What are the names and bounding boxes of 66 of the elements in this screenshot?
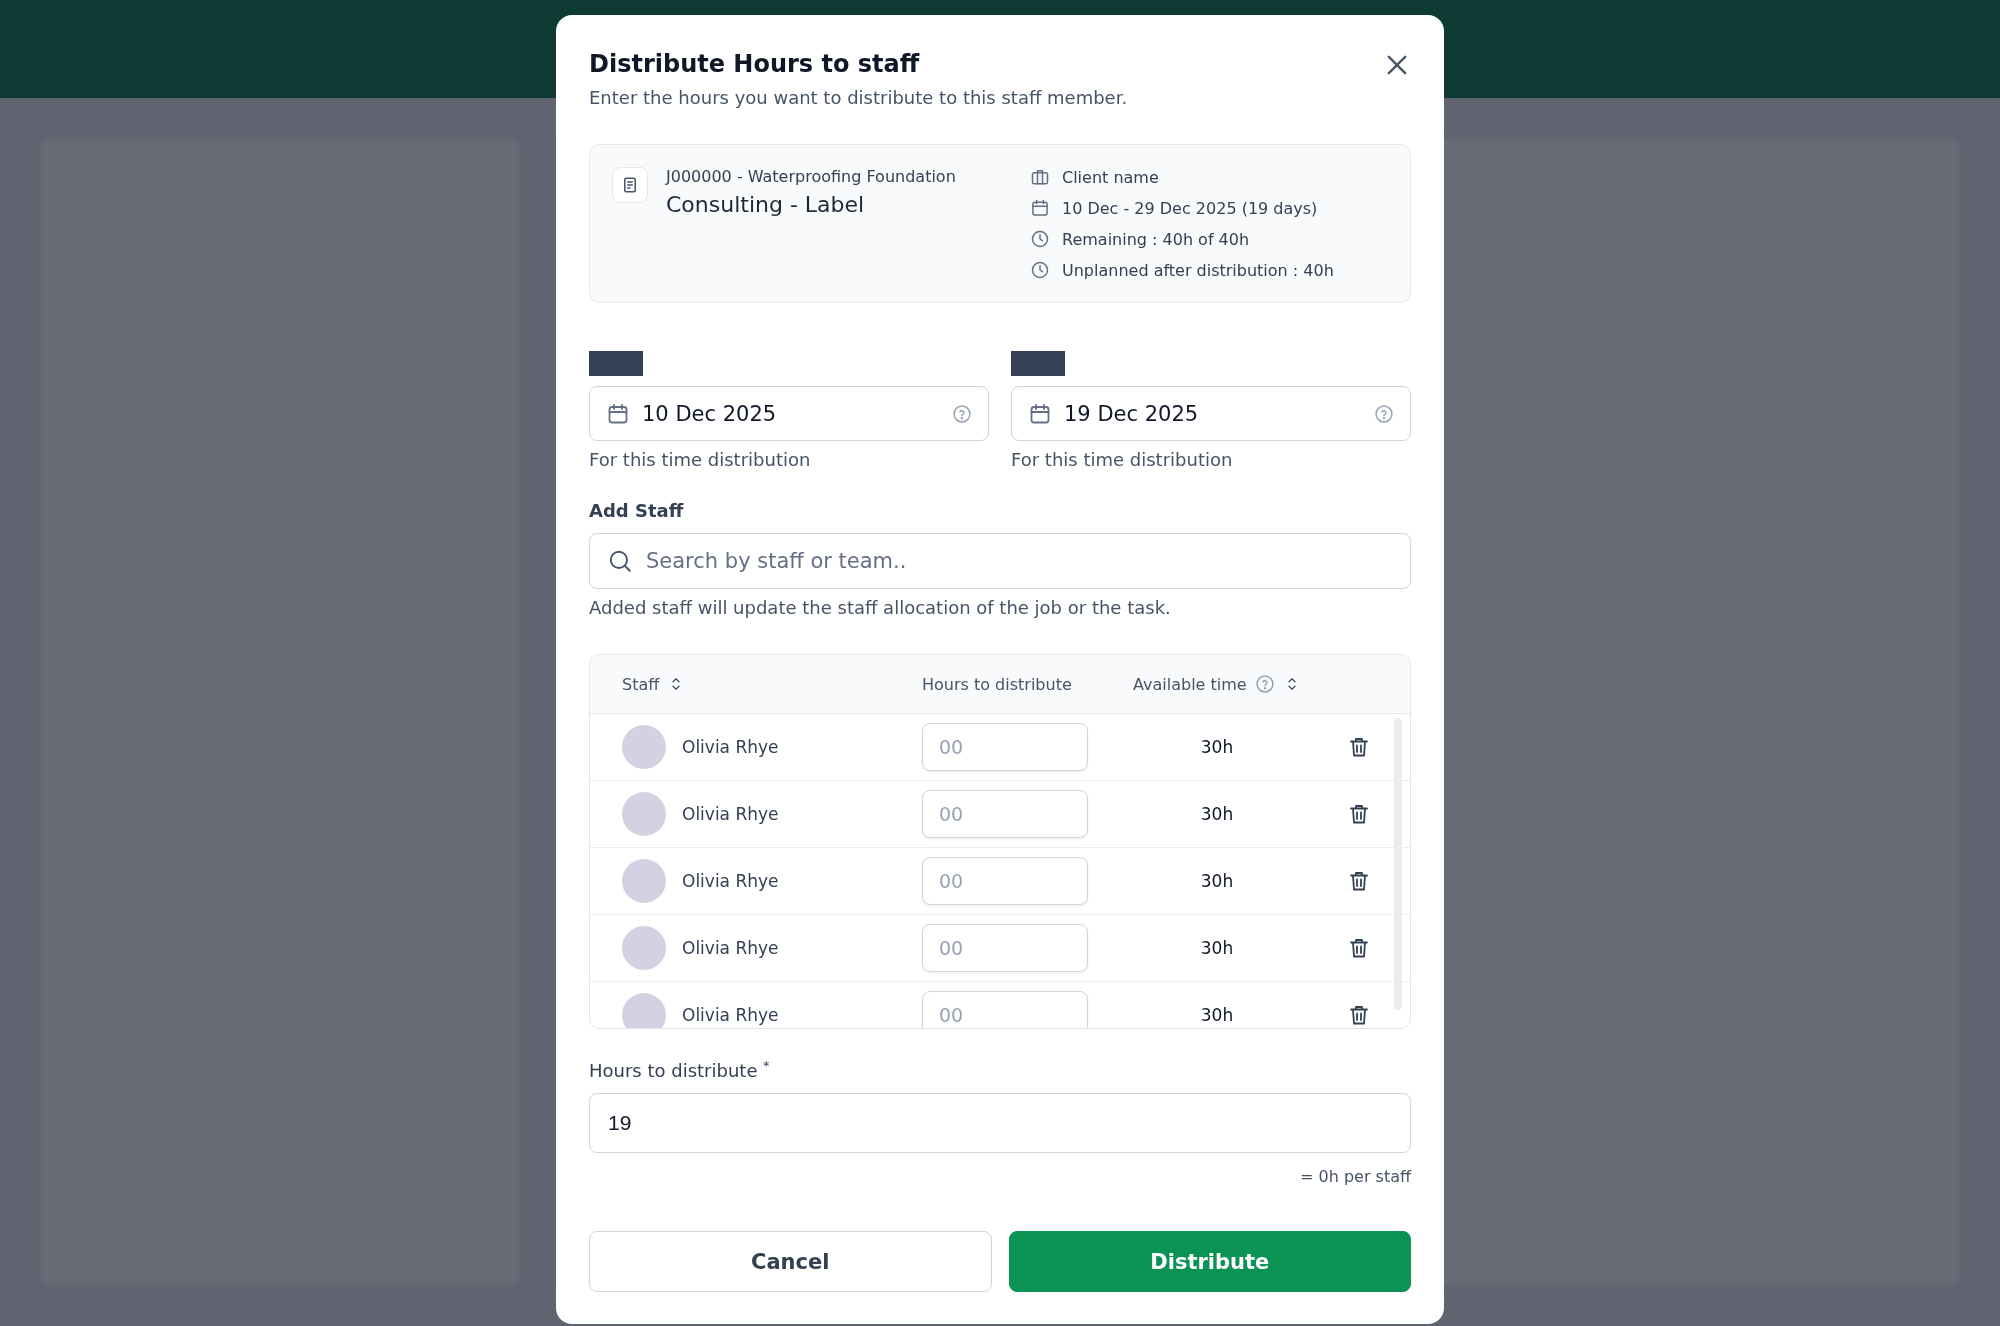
help-icon bbox=[952, 403, 972, 424]
redacted-label bbox=[1011, 351, 1065, 376]
column-header: Hours to distribute bbox=[922, 674, 1072, 694]
task-name: Consulting - Label bbox=[666, 192, 866, 217]
field-label: Hours to distribute $^{*}$ bbox=[589, 1059, 771, 1081]
avatar bbox=[622, 792, 666, 836]
job-code: J000000 - Waterproofing Foundation bbox=[666, 167, 956, 186]
hours-input[interactable]: 00 bbox=[922, 924, 1088, 972]
dialog-title: Distribute Hours to staff bbox=[589, 49, 921, 80]
avatar bbox=[622, 926, 666, 970]
hours-input[interactable]: 00 bbox=[922, 991, 1088, 1028]
trash-icon bbox=[1347, 1003, 1371, 1027]
job-detail: Client name bbox=[1062, 167, 1159, 187]
clock-icon bbox=[1030, 260, 1050, 280]
available-time: 30h bbox=[1199, 1005, 1235, 1025]
date-field[interactable]: 19 Dec 2025 bbox=[1011, 386, 1411, 441]
calendar-icon bbox=[1028, 401, 1052, 426]
date-field[interactable]: 10 Dec 2025 bbox=[589, 386, 989, 441]
search-icon bbox=[607, 548, 633, 574]
staff-name: Olivia Rhye bbox=[682, 737, 779, 757]
per-staff-note: = 0h per staff bbox=[1299, 1167, 1411, 1186]
document-icon bbox=[612, 167, 648, 203]
dialog-subtitle: Enter the hours you want to distribute to this staff member. bbox=[589, 87, 1128, 108]
avatar bbox=[622, 859, 666, 903]
available-time: 30h bbox=[1199, 737, 1235, 757]
available-time: 30h bbox=[1199, 871, 1235, 891]
hours-field[interactable]: 19 bbox=[589, 1093, 1411, 1153]
field-hint: For this time distribution bbox=[589, 449, 812, 470]
trash-icon bbox=[1347, 802, 1371, 826]
trash-icon bbox=[1347, 936, 1371, 960]
briefcase-icon bbox=[1030, 167, 1050, 187]
field-hint: Added staff will update the staff allocation of the job or the task. bbox=[589, 597, 1172, 618]
delete-button[interactable] bbox=[1347, 869, 1371, 893]
column-header: Staff bbox=[622, 674, 660, 694]
staff-name: Olivia Rhye bbox=[682, 1005, 779, 1025]
avatar bbox=[622, 993, 666, 1028]
delete-button[interactable] bbox=[1347, 1003, 1371, 1027]
hours-input[interactable]: 00 bbox=[922, 857, 1088, 905]
field-label: Add Staff bbox=[589, 500, 685, 521]
job-detail: 10 Dec - 29 Dec 2025 (19 days) bbox=[1062, 198, 1318, 218]
available-time: 30h bbox=[1199, 804, 1235, 824]
cancel-button[interactable]: Cancel bbox=[589, 1231, 992, 1292]
staff-name: Olivia Rhye bbox=[682, 804, 779, 824]
avatar bbox=[622, 725, 666, 769]
staff-name: Olivia Rhye bbox=[682, 871, 779, 891]
calendar-icon bbox=[606, 401, 630, 426]
redacted-label bbox=[589, 351, 643, 376]
field-hint: For this time distribution bbox=[1011, 449, 1234, 470]
staff-name: Olivia Rhye bbox=[682, 938, 779, 958]
column-header: Available time bbox=[1133, 674, 1247, 694]
hours-input[interactable]: 00 bbox=[922, 723, 1088, 771]
trash-icon bbox=[1347, 869, 1371, 893]
delete-button[interactable] bbox=[1347, 802, 1371, 826]
job-detail: Remaining : 40h of 40h bbox=[1062, 229, 1250, 249]
job-detail: Unplanned after distribution : 40h bbox=[1062, 260, 1334, 280]
delete-button[interactable] bbox=[1347, 936, 1371, 960]
available-time: 30h bbox=[1199, 938, 1235, 958]
trash-icon bbox=[1347, 735, 1371, 759]
help-icon bbox=[1254, 674, 1275, 694]
help-icon bbox=[1374, 403, 1394, 424]
calendar-icon bbox=[1030, 198, 1050, 218]
search-field[interactable]: Search by staff or team.. bbox=[589, 533, 1411, 589]
delete-button[interactable] bbox=[1347, 735, 1371, 759]
clock-icon bbox=[1030, 229, 1050, 249]
distribute-button[interactable]: Distribute bbox=[1008, 1231, 1411, 1292]
hours-input[interactable]: 00 bbox=[922, 790, 1088, 838]
